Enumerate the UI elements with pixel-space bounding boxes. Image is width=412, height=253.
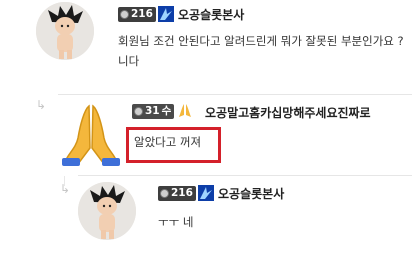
comment-text: ㅜㅜ 네 xyxy=(158,215,194,229)
goku-avatar-icon[interactable] xyxy=(36,2,94,60)
reply-arrow-icon: ↳ xyxy=(60,182,71,196)
level-badge: 31 수 xyxy=(132,103,193,119)
level-number: 216 xyxy=(171,186,193,199)
comment-divider xyxy=(58,94,412,95)
level-ring-icon xyxy=(120,9,129,19)
level-badge: 216 xyxy=(158,185,214,201)
goku-avatar-icon[interactable] xyxy=(78,182,136,240)
comment-author[interactable]: 오공말고홈카십망해주세요진짜로 xyxy=(205,104,371,121)
comment-divider xyxy=(78,175,412,176)
praying-hands-icon[interactable] xyxy=(56,98,126,168)
comment-text-line: 회원님 조건 안된다고 알려드린게 뭐가 잘못된 부분인가요 ? xyxy=(118,34,404,48)
comment-text: 회원님 조건 안된다고 알려드린게 뭐가 잘못된 부분인가요 ? 니다 xyxy=(118,31,408,71)
praying-hands-icon xyxy=(177,103,193,119)
level-number: 216 xyxy=(131,7,153,20)
level-ring-icon xyxy=(134,106,143,116)
comment-text-line: 니다 xyxy=(118,54,140,68)
comment-text: 알았다고 꺼져 xyxy=(134,135,202,149)
reply-arrow-icon: ↳ xyxy=(36,98,47,112)
comment-author[interactable]: 오공슬롯본사 xyxy=(218,185,284,202)
level-badge: 216 xyxy=(118,6,174,22)
level-ring-icon xyxy=(160,188,169,198)
comment-author[interactable]: 오공슬롯본사 xyxy=(178,6,244,23)
blue-spark-icon xyxy=(197,185,214,201)
level-number: 31 xyxy=(145,104,160,117)
level-suffix: 수 xyxy=(161,104,172,117)
blue-spark-icon xyxy=(157,6,174,22)
